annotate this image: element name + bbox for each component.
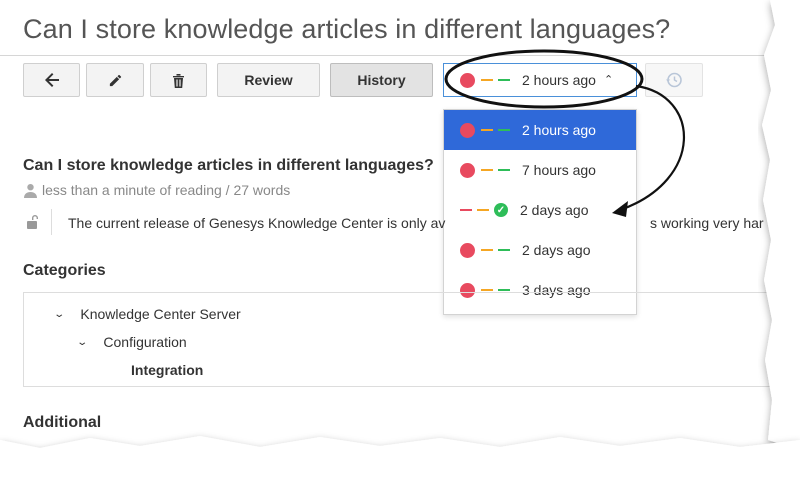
orange-dash-icon <box>481 79 493 81</box>
category-item[interactable]: ⌄ Knowledge Center Server <box>53 306 241 322</box>
unpublished-dot-icon <box>460 242 475 258</box>
history-button[interactable]: History <box>330 63 433 97</box>
version-option[interactable]: ✓ 2 days ago <box>444 190 636 230</box>
category-label: Integration <box>131 362 204 378</box>
pencil-icon <box>109 74 121 86</box>
chevron-up-icon: ⌃ <box>603 73 614 86</box>
back-button[interactable] <box>23 63 80 97</box>
category-item[interactable]: ⌄ Configuration <box>76 334 187 350</box>
unlock-icon <box>27 215 38 229</box>
trash-icon <box>173 73 184 88</box>
version-dropdown: 2 hours ago 7 hours ago ✓ 2 days ago 2 d… <box>443 109 637 315</box>
review-button[interactable]: Review <box>217 63 320 97</box>
orange-dash-icon <box>481 289 493 291</box>
lock-divider <box>51 209 52 235</box>
orange-dash-icon <box>481 129 493 131</box>
category-item[interactable]: Integration <box>131 362 203 378</box>
orange-dash-icon <box>481 249 493 251</box>
reading-meta-text: less than a minute of reading / 27 words <box>42 182 291 198</box>
green-dash-icon <box>498 129 510 131</box>
article-body-text: The current release of Genesys Knowledge… <box>68 215 446 231</box>
selected-version-label: 2 hours ago <box>522 72 596 88</box>
back-arrow-icon <box>44 73 59 87</box>
edit-button[interactable] <box>86 63 144 97</box>
version-option-label: 2 days ago <box>522 242 591 258</box>
torn-edge-bottom <box>0 436 800 502</box>
restore-history-icon <box>666 72 682 88</box>
unpublished-dot-icon <box>460 122 475 138</box>
categories-heading: Categories <box>23 262 106 279</box>
title-divider <box>0 55 770 56</box>
orange-dash-icon <box>477 209 489 211</box>
version-option-label: 2 hours ago <box>522 122 596 138</box>
version-select[interactable]: 2 hours ago ⌃ <box>443 63 637 97</box>
unpublished-dot-icon <box>460 72 475 88</box>
categories-tree: ⌄ Knowledge Center Server ⌄ Configuratio… <box>23 292 783 387</box>
page-title: Can I store knowledge articles in differ… <box>23 14 671 44</box>
category-label: Configuration <box>103 334 187 350</box>
orange-dash-icon <box>481 169 493 171</box>
version-option-label: 7 hours ago <box>522 162 596 178</box>
chevron-down-icon: ⌄ <box>76 336 89 348</box>
version-option[interactable]: 2 days ago <box>444 230 636 270</box>
unpublished-dot-icon <box>460 162 475 178</box>
green-dash-icon <box>498 289 510 291</box>
version-option-label: 2 days ago <box>520 202 589 218</box>
green-dash-icon <box>498 169 510 171</box>
green-dash-icon <box>498 79 510 81</box>
red-dash-icon <box>460 209 472 211</box>
category-label: Knowledge Center Server <box>80 306 241 322</box>
restore-version-button[interactable] <box>645 63 703 97</box>
green-dash-icon <box>498 249 510 251</box>
published-check-icon: ✓ <box>494 203 508 217</box>
article-meta: less than a minute of reading / 27 words <box>23 182 290 198</box>
article-body-text-end: s working very har <box>650 215 764 231</box>
version-option[interactable]: 7 hours ago <box>444 150 636 190</box>
delete-button[interactable] <box>150 63 207 97</box>
version-option[interactable]: 2 hours ago <box>444 110 636 150</box>
user-icon <box>24 183 37 198</box>
additional-heading: Additional <box>23 414 102 431</box>
chevron-down-icon: ⌄ <box>53 308 66 320</box>
article-title: Can I store knowledge articles in differ… <box>23 157 434 174</box>
